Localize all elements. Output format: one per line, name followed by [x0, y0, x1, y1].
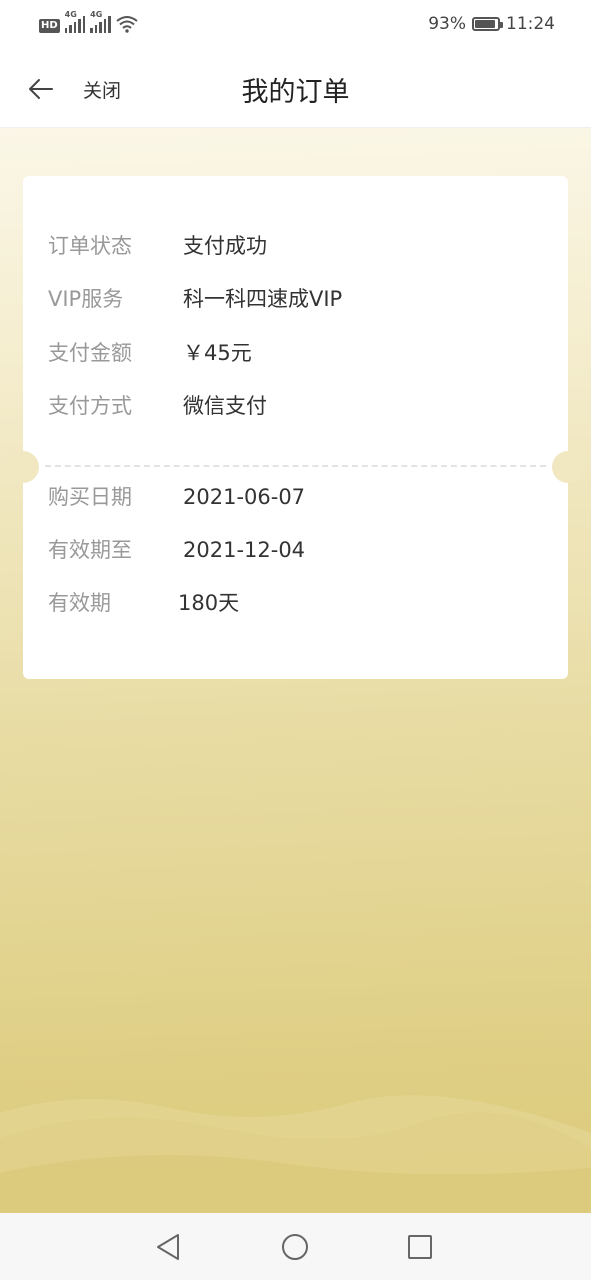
validity-value: 180天: [178, 591, 240, 615]
recents-square-icon: [408, 1235, 432, 1259]
network-type-label: 4G: [90, 10, 103, 19]
order-card: 订单状态 支付成功 VIP服务 科一科四速成VIP 支付金额 ￥45元 支付方式…: [7, 176, 584, 679]
home-circle-icon: [282, 1234, 308, 1260]
system-nav-bar: [0, 1213, 591, 1280]
amount-label: 支付金额: [48, 341, 132, 365]
battery-icon: [472, 17, 503, 31]
purchase-date-label: 购买日期: [48, 485, 132, 509]
status-left-icons: HD 4G 4G: [39, 10, 138, 36]
valid-until-label: 有效期至: [48, 538, 132, 562]
battery-percent: 93%: [428, 14, 466, 34]
signal-icon: 4G: [90, 10, 111, 33]
order-status-value: 支付成功: [183, 234, 267, 258]
wave-decoration: [0, 1095, 591, 1213]
status-right: 93% 11:24: [428, 14, 555, 34]
vip-service-label: VIP服务: [48, 287, 124, 311]
clock: 11:24: [506, 14, 555, 34]
dashed-divider: [45, 465, 546, 467]
app-header: 关闭 我的订单: [0, 50, 591, 128]
status-bar: HD 4G 4G 93% 11:24: [0, 0, 591, 50]
network-type-label: 4G: [64, 10, 77, 19]
amount-value: ￥45元: [183, 341, 252, 365]
nav-recents-button[interactable]: [404, 1231, 436, 1263]
order-status-label: 订单状态: [48, 234, 132, 258]
payment-method-label: 支付方式: [48, 394, 132, 418]
vip-service-value: 科一科四速成VIP: [183, 287, 343, 311]
validity-label: 有效期: [48, 591, 111, 615]
back-triangle-icon: [157, 1234, 179, 1260]
ticket-notch-left: [7, 451, 39, 483]
payment-method-value: 微信支付: [183, 394, 267, 418]
purchase-date-value: 2021-06-07: [183, 485, 306, 509]
valid-until-value: 2021-12-04: [183, 538, 306, 562]
signal-icon: 4G: [64, 10, 86, 33]
hd-icon: HD: [39, 19, 60, 33]
ticket-notch-right: [552, 451, 584, 483]
page-title: 我的订单: [241, 77, 350, 108]
nav-home-button[interactable]: [279, 1231, 311, 1263]
nav-back-button[interactable]: [152, 1231, 184, 1263]
wifi-icon: [116, 16, 138, 33]
